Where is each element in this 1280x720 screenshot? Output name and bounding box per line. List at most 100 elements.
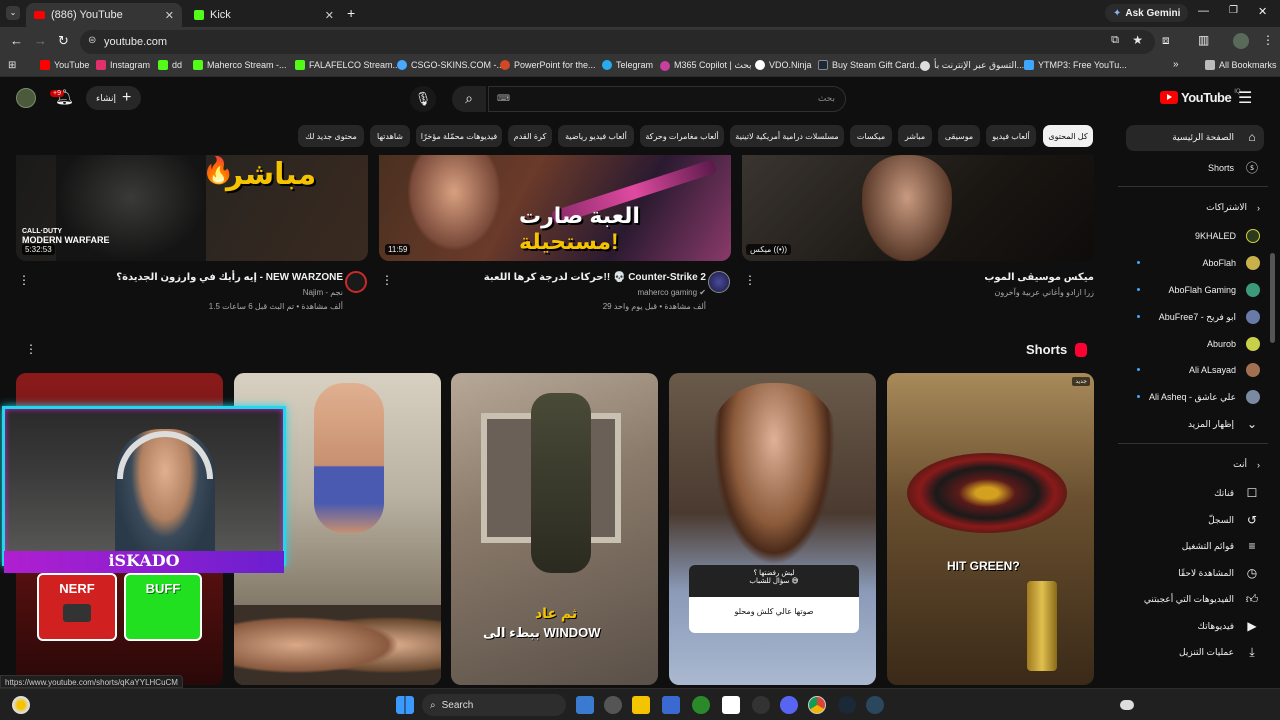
bookmark-item[interactable]: Maherco Stream -... [193, 60, 287, 70]
more-options-icon[interactable]: ⋮ [18, 273, 30, 287]
chip[interactable]: موسيقى [938, 125, 980, 147]
sidebar-item-history[interactable]: السجلّ ↺ [1208, 513, 1260, 527]
chip[interactable]: ألعاب مغامرات وحركة [640, 125, 724, 147]
all-bookmarks-button[interactable]: All Bookmarks [1205, 60, 1277, 70]
bookmark-item[interactable]: FALAFELCO Stream... [295, 60, 400, 70]
sidebar-channel[interactable]: AboFlah Gaming [1168, 283, 1260, 297]
short-card[interactable]: ثم عاد ببطء الى WINDOW [451, 373, 658, 685]
sidebar-item-your-videos[interactable]: فيديوهاتك ▶ [1198, 619, 1260, 633]
chip-all[interactable]: كل المحتوى [1043, 125, 1093, 147]
user-avatar[interactable] [16, 88, 36, 108]
close-tab-icon[interactable]: ✕ [325, 9, 334, 22]
video-thumbnail[interactable]: العبة صارت مستحيلة! 11:59 [379, 155, 731, 261]
video-title[interactable]: حركات لدرجة كرها اللعبة!! 💀 Counter-Stri… [484, 272, 706, 283]
bookmark-item[interactable]: Buy Steam Gift Card... [818, 60, 922, 70]
sidebar-item-home[interactable]: الصفحة الرئيسية ⌂ [1172, 130, 1260, 144]
bookmark-item[interactable]: YTMP3: Free YouTu... [1024, 60, 1127, 70]
video-title[interactable]: ميكس موسيقى الموب [984, 272, 1094, 283]
close-tab-icon[interactable]: ✕ [165, 9, 174, 22]
profile-icon[interactable] [1233, 33, 1249, 49]
minimize-button[interactable]: — [1198, 5, 1209, 17]
extensions-icon[interactable]: ⧈ [1162, 33, 1170, 48]
obs-icon[interactable] [752, 696, 770, 714]
sidebar-subscriptions-header[interactable]: الاشتراكات › [1206, 202, 1260, 213]
sidebar-item-downloads[interactable]: عمليات التنزيل ⤓ [1179, 645, 1260, 660]
sidebar-channel[interactable]: Ali ALsayad [1189, 363, 1260, 377]
chip[interactable]: فيديوهات محمّلة مؤخرًا [416, 125, 502, 147]
address-bar[interactable]: ⊜ youtube.com ⧉ ★ [80, 30, 1155, 54]
steam-icon[interactable] [866, 696, 884, 714]
tab-search-button[interactable]: ⌄ [6, 6, 20, 20]
maximize-button[interactable]: ❐ [1229, 5, 1238, 16]
new-tab-button[interactable]: + [347, 5, 355, 21]
chip[interactable]: مسلسلات درامية أمريكية لاتينية [730, 125, 844, 147]
chip[interactable]: ألعاب فيديو رياضية [558, 125, 634, 147]
chip[interactable]: مباشر [898, 125, 932, 147]
apps-grid-icon[interactable]: ⊞ [8, 60, 16, 71]
weather-icon[interactable] [12, 696, 30, 714]
video-thumbnail[interactable]: ميكس ((•)) [742, 155, 1094, 261]
short-card[interactable]: ليش رفضتها ؟ سؤال للشباب 😅 صوتها عالي كل… [669, 373, 876, 685]
sidebar-channel[interactable]: AbuFree7 - ابو فريح [1159, 310, 1260, 324]
channel-avatar[interactable] [345, 271, 367, 293]
bookmark-item[interactable]: Instagram [96, 60, 150, 70]
bookmark-item[interactable]: Telegram [602, 60, 653, 70]
sidebar-channel[interactable]: AboFlah [1202, 256, 1260, 270]
cloud-icon[interactable] [1120, 700, 1134, 710]
chrome-icon[interactable] [808, 696, 826, 714]
taskview-icon[interactable] [576, 696, 594, 714]
short-card[interactable]: HIT GREEN? جديد [887, 373, 1094, 685]
sidebar-channel[interactable]: Ali Asheq - علي عاشق [1149, 390, 1260, 404]
site-info-icon[interactable]: ⊜ [88, 35, 96, 46]
video-title[interactable]: إيه رأيك في وارزون الجديدة؟ - NEW WARZON… [116, 272, 343, 283]
file-explorer-icon[interactable] [632, 696, 650, 714]
video-thumbnail[interactable]: 🔥 مباشر CALL·DUTY MODERN WARFARE 5:32:53 [16, 155, 368, 261]
sidebar-item-watch-later[interactable]: المشاهدة لاحقًا ◷ [1178, 566, 1260, 580]
create-button[interactable]: إنشاء + [86, 86, 142, 110]
more-options-icon[interactable]: ⋮ [381, 273, 393, 287]
windows-start-icon[interactable] [396, 696, 414, 714]
bookmark-item[interactable]: VDO.Ninja [755, 60, 812, 70]
more-options-icon[interactable]: ⋮ [744, 273, 756, 287]
xbox-icon[interactable] [692, 696, 710, 714]
sidebar-item-liked[interactable]: الفيديوهات التي أعجبتني 👍︎ [1144, 592, 1260, 607]
scrollbar[interactable] [1270, 253, 1275, 343]
tradingview-icon[interactable] [722, 696, 740, 714]
chip[interactable]: شاهدتها [370, 125, 410, 147]
mic-button[interactable]: 🎙︎ [410, 86, 436, 112]
steam-icon[interactable] [838, 696, 856, 714]
chip[interactable]: محتوى جديد لك [298, 125, 364, 147]
bookmark-item[interactable]: التسوق عبر الإنترنت بأ... [920, 60, 1024, 71]
discord-icon[interactable] [780, 696, 798, 714]
sidebar-item-playlists[interactable]: قوائم التشغيل ≡ [1182, 539, 1260, 553]
sidebar-you-header[interactable]: أنت › [1233, 459, 1260, 470]
taskbar-search[interactable]: ⌕ Search [422, 694, 566, 716]
sidepanel-icon[interactable]: ▥ [1198, 33, 1209, 47]
chip[interactable]: كرة القدم [508, 125, 552, 147]
search-button[interactable]: ⌕ [452, 86, 486, 112]
sidebar-show-more[interactable]: إظهار المزيد ⌄ [1188, 417, 1260, 431]
bookmark-item[interactable]: M365 Copilot | بحث [660, 60, 752, 71]
forward-arrow-icon[interactable]: → [34, 33, 47, 48]
bookmark-item[interactable]: YouTube [40, 60, 89, 70]
reload-icon[interactable]: ↻ [58, 33, 69, 49]
shorts-more-icon[interactable]: ⋮ [25, 342, 37, 356]
cast-icon[interactable]: ⧉ [1111, 34, 1119, 47]
back-arrow-icon[interactable]: ← [10, 33, 23, 48]
bookmark-item[interactable]: dd [158, 60, 182, 70]
tab-kick[interactable]: Kick ✕ [186, 3, 342, 27]
sidebar-channel[interactable]: Aburob [1207, 337, 1260, 351]
youtube-logo[interactable]: YouTube IQ [1160, 89, 1241, 105]
tab-youtube[interactable]: (886) YouTube ✕ [26, 3, 182, 27]
chrome-menu-icon[interactable]: ⋮ [1262, 33, 1274, 47]
ask-gemini-button[interactable]: ✦ Ask Gemini [1105, 4, 1189, 22]
chip[interactable]: ميكسات [850, 125, 892, 147]
store-icon[interactable] [662, 696, 680, 714]
channel-name[interactable]: maherco gaming ✔ [637, 288, 706, 297]
sidebar-item-shorts[interactable]: Shorts ⓢ [1208, 159, 1260, 176]
app-icon[interactable] [604, 696, 622, 714]
bookmark-item[interactable]: PowerPoint for the... [500, 60, 596, 70]
channel-name[interactable]: Najim - نجم [303, 288, 343, 297]
hamburger-menu-icon[interactable]: ☰ [1238, 88, 1252, 108]
close-window-button[interactable]: ✕ [1258, 5, 1267, 18]
